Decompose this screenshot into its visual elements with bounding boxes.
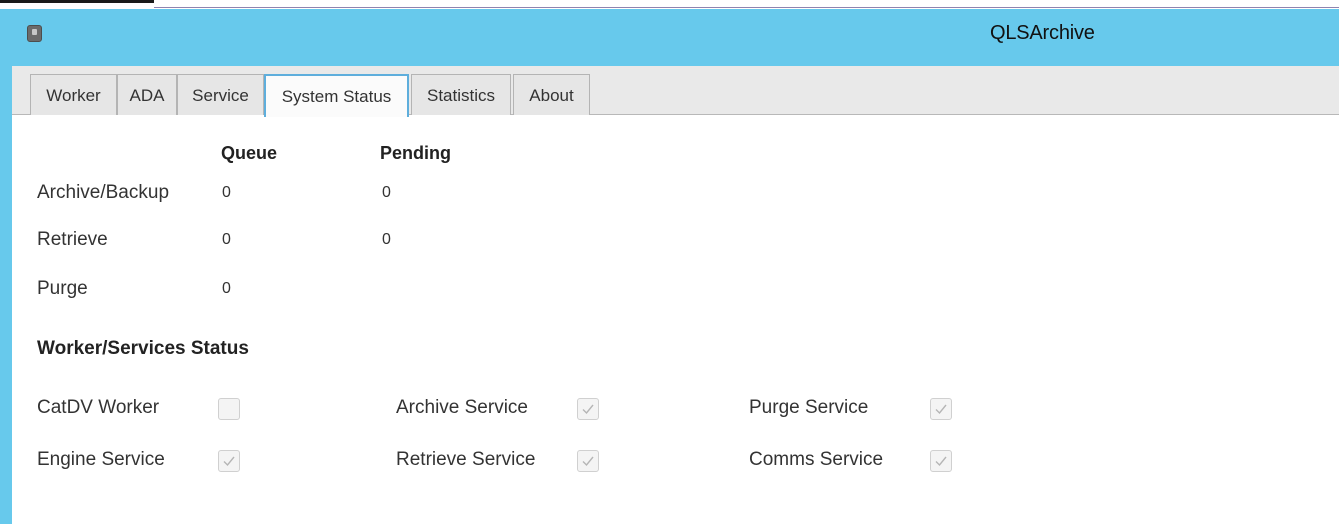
tab-bar: Worker ADA Service System Status Statist… [12,66,1339,117]
catdv-worker-label: CatDV Worker [37,397,160,418]
catdv-worker-checkbox[interactable] [218,398,240,420]
purge-service-label: Purge Service [749,397,869,418]
archive-service-checkbox[interactable] [577,398,599,420]
tab-statistics[interactable]: Statistics [411,74,511,116]
title-bar[interactable]: QLSArchive [0,9,1339,66]
archive-backup-queue-value: 0 [222,184,231,201]
engine-service-checkbox[interactable] [218,450,240,472]
desktop-edge-line [154,7,1339,8]
tab-service[interactable]: Service [177,74,264,116]
tab-worker[interactable]: Worker [30,74,117,116]
comms-service-label: Comms Service [749,449,884,470]
window-left-frame [0,66,12,524]
pending-column-header: Pending [380,143,451,163]
checkmark-icon [935,456,947,467]
screen-top-edge [0,0,1339,9]
comms-service-checkbox[interactable] [930,450,952,472]
engine-service-label: Engine Service [37,449,165,470]
taskbar-edge [0,0,154,3]
retrieve-label: Retrieve [37,229,108,250]
queue-column-header: Queue [221,143,278,163]
tab-ada[interactable]: ADA [117,74,177,116]
retrieve-service-label: Retrieve Service [396,449,536,470]
tab-about[interactable]: About [513,74,590,116]
app-window: QLSArchive Worker ADA Service System Sta… [0,9,1339,524]
tab-system-status[interactable]: System Status [264,74,409,117]
checkmark-icon [582,456,594,467]
archive-backup-label: Archive/Backup [37,182,170,203]
purge-label: Purge [37,278,88,299]
worker-services-status-heading: Worker/Services Status [37,338,249,359]
window-title: QLSArchive [990,22,1095,44]
checkmark-icon [935,404,947,415]
checkmark-icon [582,404,594,415]
app-icon[interactable] [27,25,42,42]
purge-queue-value: 0 [222,280,231,297]
archive-backup-pending-value: 0 [382,184,391,201]
retrieve-queue-value: 0 [222,231,231,248]
retrieve-pending-value: 0 [382,231,391,248]
checkmark-icon [223,456,235,467]
retrieve-service-checkbox[interactable] [577,450,599,472]
archive-service-label: Archive Service [396,397,528,418]
system-status-panel: Queue Pending Archive/Backup 0 0 Retriev… [12,115,1339,524]
purge-service-checkbox[interactable] [930,398,952,420]
